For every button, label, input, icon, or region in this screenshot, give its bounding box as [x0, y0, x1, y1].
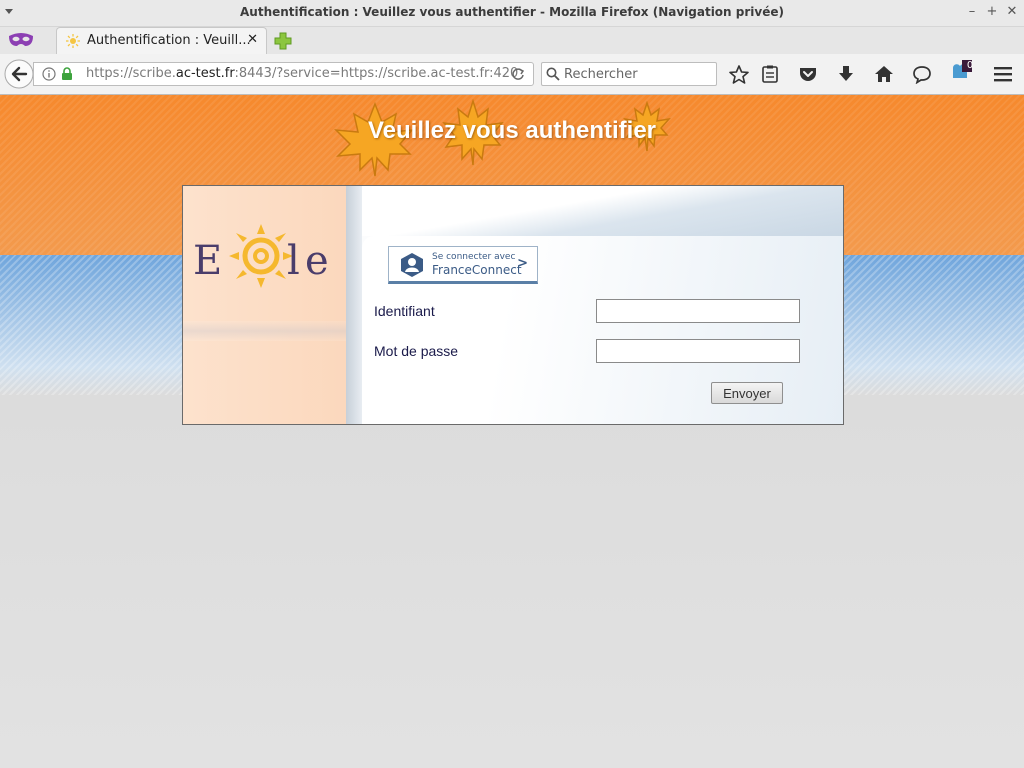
- svg-text:E: E: [193, 238, 222, 284]
- eole-sun-favicon-icon: [66, 34, 80, 48]
- maximize-icon[interactable]: +: [984, 4, 1000, 20]
- grey-background: [0, 395, 1024, 768]
- page-content: Veuillez vous authentifier E l e Se conn…: [0, 95, 1024, 768]
- login-panel: E l e Se connecter avec FranceConnect > …: [182, 185, 844, 425]
- chevron-right-icon: >: [517, 256, 528, 271]
- pocket-icon[interactable]: [797, 64, 819, 84]
- minimize-icon[interactable]: –: [964, 4, 980, 20]
- info-icon[interactable]: [42, 67, 56, 81]
- window-title: Authentification : Veuillez vous authent…: [240, 5, 784, 19]
- close-window-icon[interactable]: ✕: [1004, 4, 1020, 20]
- tab-authentification[interactable]: Authentification : Veuill... ✕: [56, 27, 267, 54]
- username-label: Identifiant: [374, 303, 435, 319]
- tab-close-icon[interactable]: ✕: [247, 32, 258, 47]
- franceconnect-button[interactable]: Se connecter avec FranceConnect >: [388, 246, 538, 284]
- tab-label: Authentification : Veuill...: [87, 33, 251, 48]
- back-button[interactable]: [4, 59, 34, 89]
- login-panel-top-band: [362, 186, 843, 236]
- reload-icon[interactable]: [511, 67, 525, 81]
- tab-bar: Authentification : Veuill... ✕: [0, 27, 1024, 54]
- password-label: Mot de passe: [374, 343, 459, 359]
- submit-button[interactable]: Envoyer: [711, 382, 783, 404]
- page-heading: Veuillez vous authentifier: [367, 117, 657, 144]
- window-title-bar: Authentification : Veuillez vous authent…: [0, 0, 1024, 27]
- chat-bubble-icon[interactable]: [911, 64, 933, 84]
- reading-list-icon[interactable]: [759, 64, 781, 84]
- password-input[interactable]: [596, 339, 800, 363]
- username-input[interactable]: [596, 299, 800, 323]
- url-text: https://scribe.ac-test.fr:8443/?service=…: [86, 66, 519, 81]
- search-input[interactable]: [564, 65, 712, 83]
- svg-text:e: e: [305, 238, 329, 284]
- home-icon[interactable]: [873, 64, 895, 84]
- private-browsing-mask-icon: [9, 33, 33, 46]
- bookmark-star-icon[interactable]: [728, 64, 750, 84]
- franceconnect-line2: FranceConnect: [432, 263, 522, 277]
- eole-logo: E l e: [193, 224, 329, 288]
- new-tab-plus-icon[interactable]: [273, 31, 293, 51]
- hamburger-menu-icon[interactable]: [992, 64, 1014, 84]
- secure-lock-icon[interactable]: [61, 67, 73, 81]
- downloads-icon[interactable]: [835, 64, 857, 84]
- franceconnect-logo-icon: [401, 253, 423, 277]
- search-icon: [546, 67, 560, 81]
- url-bar[interactable]: https://scribe.ac-test.fr:8443/?service=…: [33, 62, 534, 86]
- search-bar[interactable]: [541, 62, 717, 86]
- notification-count: 0: [966, 60, 974, 71]
- svg-text:l: l: [287, 238, 300, 284]
- franceconnect-line1: Se connecter avec: [432, 252, 516, 262]
- login-panel-divider: [346, 186, 362, 424]
- navigation-toolbar: https://scribe.ac-test.fr:8443/?service=…: [0, 54, 1024, 95]
